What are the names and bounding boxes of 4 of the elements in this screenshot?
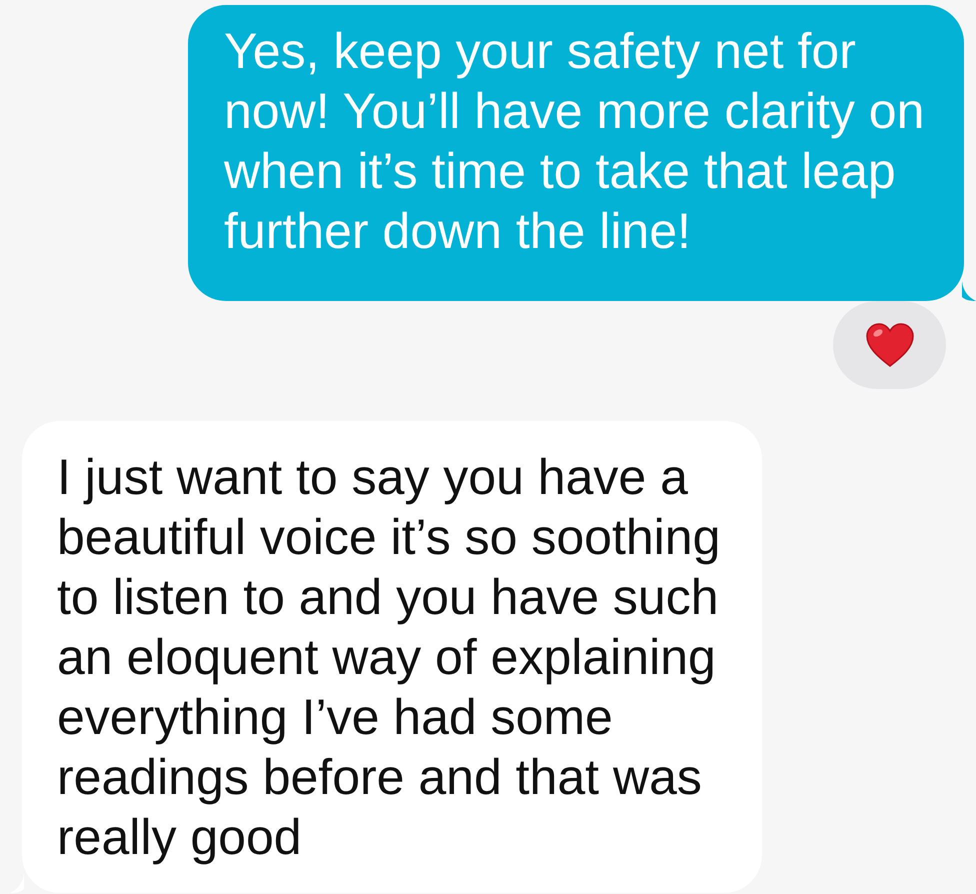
bubble-tail-icon xyxy=(962,281,976,301)
heart-icon xyxy=(864,322,914,368)
sent-message-bubble: Yes, keep your safety net for now! You’ll have more clarity on when it’s time to take that leap further down the line! xyxy=(188,5,964,301)
received-message-bubble: I just want to say you have a beautiful voice it’s so soothing to listen to and you have such an eloquent way of explaining everything I’ve had some readings before and that was really good xyxy=(22,421,762,893)
